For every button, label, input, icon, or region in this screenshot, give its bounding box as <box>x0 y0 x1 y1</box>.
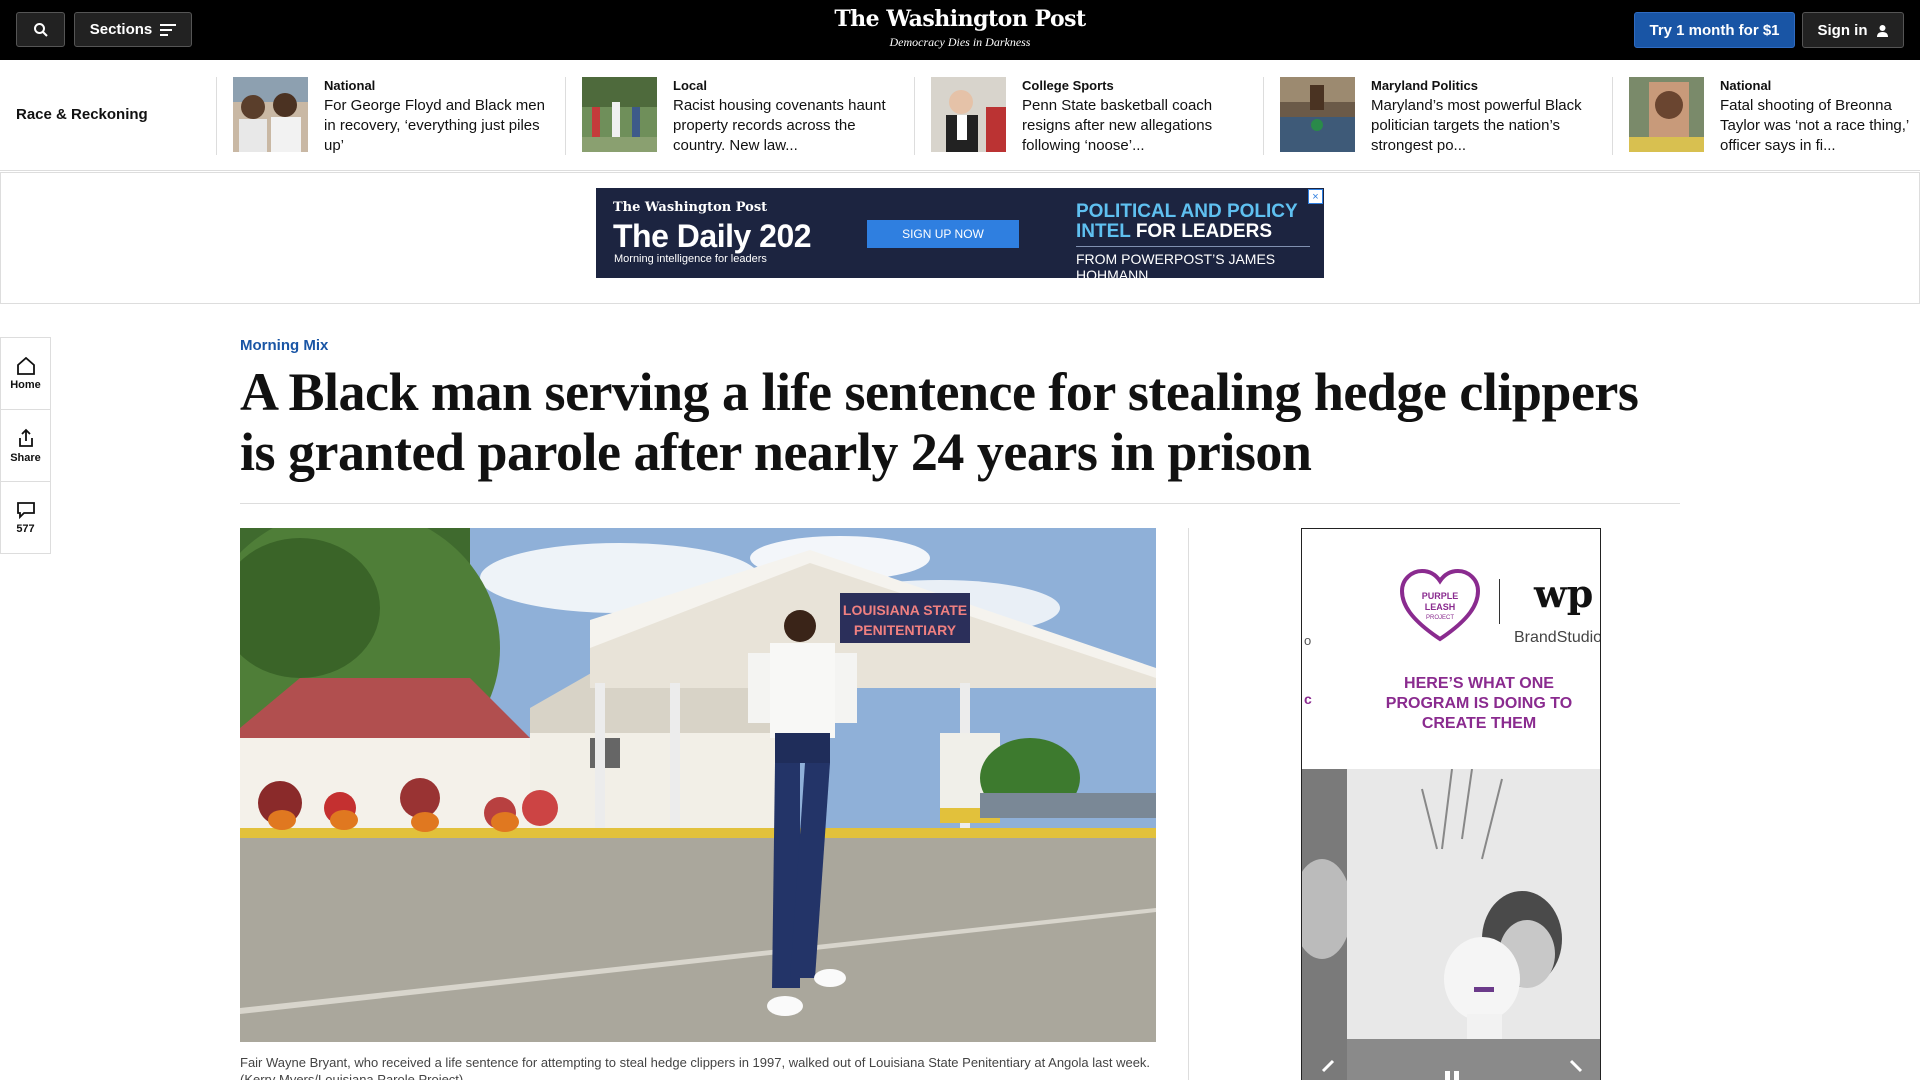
rail-headline: Maryland’s most powerful Black politicia… <box>1371 97 1582 154</box>
share-icon <box>18 428 33 447</box>
subscribe-button[interactable]: Try 1 month for $1 <box>1634 12 1795 48</box>
svg-text:PURPLE: PURPLE <box>1422 591 1459 601</box>
sections-label: Sections <box>89 21 153 38</box>
rail-kicker: National <box>1720 78 1772 93</box>
ad-divider <box>1076 246 1310 247</box>
sections-button[interactable]: Sections <box>74 12 192 47</box>
rail-thumbnail <box>1629 77 1704 152</box>
rail-kicker: Maryland Politics <box>1371 78 1478 93</box>
rail-item[interactable]: National Fatal shooting of Breonna Taylo… <box>1613 77 1920 157</box>
search-button[interactable] <box>16 12 65 47</box>
svg-text:PROJECT: PROJECT <box>1426 615 1454 621</box>
ad-separator <box>1499 579 1500 624</box>
ad-photo <box>1302 769 1600 1080</box>
ad-close-icon[interactable]: × <box>1308 189 1323 204</box>
purple-leash-heart-logo: PURPLE LEASH PROJECT <box>1400 569 1480 642</box>
ad-byline: FROM POWERPOST’S JAMES HOHMANN <box>1076 251 1276 283</box>
home-button[interactable]: Home <box>0 337 51 410</box>
rail-headline: Penn State basketball coach resigns afte… <box>1022 97 1213 154</box>
image-caption: Fair Wayne Bryant, who received a life s… <box>240 1055 1151 1080</box>
carousel-prev-icon[interactable] <box>1318 1059 1338 1080</box>
rail-headline: For George Floyd and Black men in recove… <box>324 97 545 154</box>
home-label: Home <box>10 378 41 391</box>
wp-logo: wp <box>1534 571 1594 616</box>
topic-rail: Race & Reckoning National For George Flo… <box>0 60 1920 171</box>
menu-icon <box>160 23 177 36</box>
daily-202-ad-banner[interactable]: The Washington Post The Daily 202 Mornin… <box>596 188 1324 283</box>
brandstudio-side-ad[interactable]: PURPLE LEASH PROJECT wp BrandStudio o c … <box>1301 528 1601 1080</box>
pause-icon[interactable] <box>1443 1069 1461 1080</box>
rail-kicker: College Sports <box>1022 78 1114 93</box>
rail-thumbnail <box>233 77 308 152</box>
rail-thumbnail <box>1280 77 1355 152</box>
ad-carousel-edge-text: o <box>1304 633 1312 648</box>
comment-count: 577 <box>16 522 35 535</box>
rail-thumbnail <box>931 77 1006 152</box>
home-icon <box>16 356 35 375</box>
ad-title: The Daily 202 <box>613 218 812 254</box>
column-divider <box>1188 528 1189 1080</box>
ad-carousel-edge-text: c <box>1304 691 1312 707</box>
article-kicker[interactable]: Morning Mix <box>240 337 328 354</box>
share-label: Share <box>10 451 41 464</box>
site-tagline: Democracy Dies in Darkness <box>889 35 1031 49</box>
rail-item[interactable]: Local Racist housing covenants haunt pro… <box>566 77 896 157</box>
brandstudio-label: BrandStudio <box>1514 629 1601 646</box>
rail-headline: Fatal shooting of Breonna Taylor was ‘no… <box>1720 97 1909 154</box>
share-button[interactable]: Share <box>0 409 51 482</box>
comments-button[interactable]: 577 <box>0 481 51 554</box>
article-headline: A Black man serving a life sentence for … <box>240 362 1639 482</box>
ad-headline: HERE’S WHAT ONE PROGRAM IS DOING TO CREA… <box>1385 675 1573 732</box>
rail-kicker: National <box>324 78 376 93</box>
masthead[interactable]: The Washington Post Democracy Dies in Da… <box>760 6 1160 50</box>
sign-in-label: Sign in <box>1817 21 1868 39</box>
site-logo: The Washington Post <box>834 6 1086 32</box>
ad-signup-button[interactable]: SIGN UP NOW <box>867 220 1019 248</box>
ad-tagline-blue2: INTEL <box>1076 221 1131 242</box>
sign-text-line2: PENITENTIARY <box>854 622 957 638</box>
advertisement-area: The Washington Post The Daily 202 Mornin… <box>0 172 1920 304</box>
carousel-next-icon[interactable] <box>1566 1059 1586 1080</box>
rail-title[interactable]: Race & Reckoning <box>16 106 148 123</box>
user-icon <box>1876 24 1888 37</box>
headline-divider <box>240 503 1680 504</box>
ad-tagline-white: FOR LEADERS <box>1135 221 1273 242</box>
hero-image[interactable]: LOUISIANA STATE PENITENTIARY <box>240 528 1156 1042</box>
rail-item[interactable]: Maryland Politics Maryland’s most powerf… <box>1264 77 1594 157</box>
rail-item[interactable]: College Sports Penn State basketball coa… <box>915 77 1245 157</box>
ad-logo: The Washington Post <box>613 200 768 215</box>
rail-kicker: Local <box>673 78 707 93</box>
comment-icon <box>16 501 35 519</box>
rail-headline: Racist housing covenants haunt property … <box>673 97 886 154</box>
rail-item[interactable]: National For George Floyd and Black men … <box>217 77 547 157</box>
ad-tagline-blue: POLITICAL AND POLICY <box>1076 201 1298 222</box>
top-navigation-bar: Sections The Washington Post Democracy D… <box>0 0 1920 60</box>
sign-text-line1: LOUISIANA STATE <box>843 602 967 618</box>
sign-in-button[interactable]: Sign in <box>1802 12 1904 48</box>
ad-subtitle: Morning intelligence for leaders <box>614 253 767 265</box>
rail-thumbnail <box>582 77 657 152</box>
ad-tagline: POLITICAL AND POLICY INTEL FOR LEADERS <box>1076 202 1298 242</box>
svg-text:LEASH: LEASH <box>1425 602 1456 612</box>
search-icon <box>33 22 48 37</box>
